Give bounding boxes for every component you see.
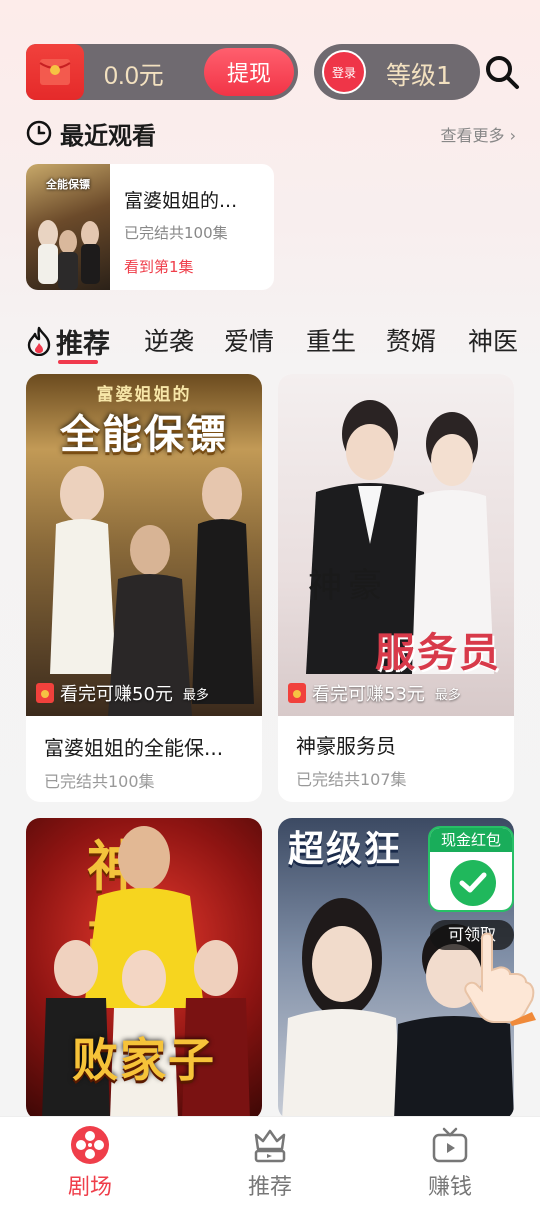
see-more-link[interactable]: 查看更多 › <box>440 122 516 146</box>
tab-romance[interactable]: 爱情 <box>224 322 274 358</box>
poster-subtitle: 神豪 <box>308 566 388 606</box>
cash-widget-label: 现金红包 <box>430 828 512 852</box>
reward-text: 看完可赚50元 <box>60 684 173 705</box>
nav-recommend-label: 推荐 <box>247 1175 292 1200</box>
recent-episode-count: 已完结共100集 <box>124 224 228 242</box>
nav-earn-label: 赚钱 <box>427 1175 472 1200</box>
cash-red-packet-widget[interactable]: 现金红包 <box>428 826 514 912</box>
recent-progress: 看到第1集 <box>124 258 194 276</box>
withdraw-button[interactable]: 提现 <box>204 48 294 96</box>
drama-card[interactable]: 富婆姐姐的 全能保镖 看完可赚50元 最多 富婆姐姐的全能保... 已完结共10… <box>26 374 262 802</box>
drama-poster: 神 豪 败家子 <box>26 818 262 1120</box>
login-button[interactable]: 登录 <box>322 50 366 94</box>
tab-son-in-law[interactable]: 赘婿 <box>386 322 436 358</box>
level-label: 等级1 <box>386 61 452 90</box>
poster-title: 败家子 <box>72 1033 216 1087</box>
drama-poster: 富婆姐姐的 全能保镖 看完可赚50元 最多 <box>26 374 262 716</box>
recent-header: 最近观看 查看更多 › <box>26 116 516 152</box>
level-pill[interactable]: 登录 等级1 <box>314 44 480 100</box>
reward-text: 看完可赚53元 <box>312 684 425 705</box>
tab-recommend[interactable]: 推荐 <box>56 322 110 361</box>
tab-comeback[interactable]: 逆袭 <box>144 322 194 358</box>
red-packet-icon <box>26 44 84 100</box>
film-reel-icon <box>71 1126 109 1164</box>
drama-episodes: 已完结共107集 <box>296 770 407 789</box>
pointing-hand-icon <box>464 932 536 1026</box>
tab-rebirth[interactable]: 重生 <box>306 322 356 358</box>
recent-item[interactable]: 全能保镖 富婆姐姐的... 已完结共100集 看到第1集 <box>26 164 274 290</box>
nav-earn[interactable]: 赚钱 <box>390 1125 510 1201</box>
crown-tv-icon <box>254 1129 286 1163</box>
wallet-balance: 0.0元 <box>104 62 164 90</box>
search-icon[interactable] <box>484 54 520 90</box>
tv-play-icon <box>432 1127 468 1163</box>
wechat-pay-icon <box>450 860 496 906</box>
recent-thumbnail: 全能保镖 <box>26 164 110 290</box>
drama-name: 神豪服务员 <box>296 734 396 758</box>
reward-badge: 看完可赚50元 最多 <box>36 680 209 706</box>
reward-suffix: 最多 <box>182 687 209 703</box>
bottom-nav: 剧场 推荐 赚钱 <box>0 1116 540 1206</box>
nav-recommend[interactable]: 推荐 <box>210 1125 330 1201</box>
nav-theater[interactable]: 剧场 <box>30 1125 150 1201</box>
red-packet-icon <box>288 683 306 703</box>
reward-suffix: 最多 <box>434 687 461 703</box>
drama-name: 富婆姐姐的全能保... <box>44 736 224 760</box>
drama-card[interactable]: 神 豪 败家子 <box>26 818 262 1120</box>
drama-poster: 神豪 服务员 看完可赚53元 最多 <box>278 374 514 716</box>
fire-icon <box>27 326 51 356</box>
drama-episodes: 已完结共100集 <box>44 772 155 791</box>
active-tab-indicator <box>58 360 98 364</box>
poster-title: 服务员 <box>375 630 501 676</box>
top-bar: 0.0元 提现 登录 等级1 <box>26 44 520 100</box>
clock-icon <box>26 120 52 146</box>
nav-theater-label: 剧场 <box>67 1175 112 1200</box>
reward-badge: 看完可赚53元 最多 <box>288 680 461 706</box>
category-tabs: 推荐 逆袭 爱情 重生 赘婿 神医 <box>26 320 540 368</box>
chevron-right-icon: › <box>509 126 516 145</box>
tab-doctor[interactable]: 神医 <box>468 322 518 358</box>
recent-title: 最近观看 <box>60 122 156 150</box>
red-packet-icon <box>36 683 54 703</box>
drama-card[interactable]: 神豪 服务员 看完可赚53元 最多 神豪服务员 已完结共107集 <box>278 374 514 802</box>
wallet-pill[interactable]: 0.0元 提现 <box>26 44 298 100</box>
recent-drama-name: 富婆姐姐的... <box>124 190 238 212</box>
